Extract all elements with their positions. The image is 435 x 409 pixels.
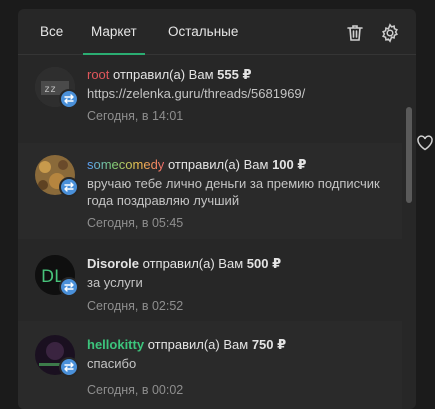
username-link[interactable]: somecomedy	[87, 157, 164, 172]
action-text: отправил(а) Вам	[142, 256, 244, 271]
tab-other[interactable]: Остальные	[168, 9, 238, 54]
svg-text:zz: zz	[44, 84, 56, 95]
settings-button[interactable]	[380, 23, 400, 43]
trash-icon	[347, 25, 363, 41]
transfer-badge	[59, 177, 79, 197]
transfer-badge	[59, 357, 79, 377]
transfer-badge	[59, 277, 79, 297]
transfer-icon	[64, 182, 74, 192]
notification-title: hellokitty отправил(а) Вам 750 ₽	[87, 337, 396, 353]
notification-message: вручаю тебе лично деньги за премию подпи…	[87, 176, 380, 208]
action-text: отправил(а) Вам	[113, 67, 214, 82]
tab-market[interactable]: Маркет	[83, 9, 145, 55]
username-link[interactable]: Disorole	[87, 256, 139, 271]
amount-text: 555 ₽	[217, 67, 252, 82]
transfer-badge	[59, 89, 79, 109]
amount-text: 500 ₽	[246, 256, 282, 271]
transfer-icon	[64, 94, 74, 104]
username-link[interactable]: root	[87, 67, 109, 82]
list-item[interactable]: hellokitty отправил(а) Вам 750 ₽ спасибо…	[18, 321, 402, 409]
list-item[interactable]: zz root отправил(а) Вам 555 ₽ https://ze…	[18, 55, 402, 143]
notification-list[interactable]: zz root отправил(а) Вам 555 ₽ https://ze…	[18, 55, 416, 409]
tab-bar: Все Маркет Остальные	[18, 9, 416, 55]
amount-text: 100 ₽	[272, 157, 307, 172]
notification-message: https://zelenka.guru/threads/5681969/	[87, 86, 306, 101]
tab-all[interactable]: Все	[40, 9, 63, 54]
transfer-icon	[64, 362, 74, 372]
list-item[interactable]: somecomedy отправил(а) Вам 100 ₽ вручаю …	[18, 143, 402, 239]
notification-title: somecomedy отправил(а) Вам 100 ₽	[87, 157, 396, 173]
notifications-panel: Все Маркет Остальные zz root отправил(а)…	[18, 9, 416, 409]
notification-message: спасибо	[87, 356, 137, 371]
username-link[interactable]: hellokitty	[87, 337, 144, 352]
notification-title: root отправил(а) Вам 555 ₽	[87, 67, 396, 83]
notification-title: Disorole отправил(а) Вам 500 ₽	[87, 256, 396, 272]
transfer-icon	[64, 282, 74, 292]
action-text: отправил(а) Вам	[167, 157, 269, 172]
amount-text: 750 ₽	[251, 337, 287, 352]
notification-message: за услуги	[87, 275, 143, 290]
scrollbar-thumb[interactable]	[406, 107, 412, 203]
gear-icon	[382, 23, 398, 43]
timestamp: Сегодня, в 00:02	[87, 383, 184, 397]
delete-button[interactable]	[345, 23, 365, 43]
timestamp: Сегодня, в 14:01	[87, 109, 184, 123]
heart-icon[interactable]	[416, 134, 434, 152]
action-text: отправил(а) Вам	[147, 337, 249, 352]
timestamp: Сегодня, в 05:45	[87, 216, 184, 230]
timestamp: Сегодня, в 02:52	[87, 299, 184, 313]
list-item[interactable]: DL Disorole отправил(а) Вам 500 ₽ за усл…	[18, 239, 402, 321]
